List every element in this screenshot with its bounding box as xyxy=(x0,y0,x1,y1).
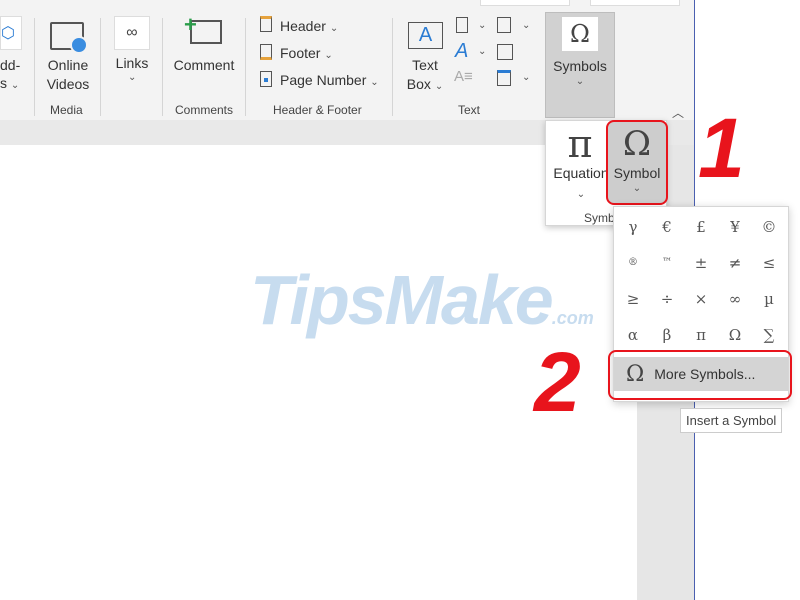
equation-icon: π xyxy=(567,122,593,166)
symbol-cell[interactable]: ∑ xyxy=(752,317,786,353)
header-button[interactable]: Header ⌄ xyxy=(280,18,338,34)
symbol-cell[interactable]: γ xyxy=(616,209,650,245)
quick-parts-icon[interactable] xyxy=(456,17,468,33)
chevron-down-icon[interactable]: ⌄ xyxy=(128,72,136,83)
step-2-label: 2 xyxy=(534,335,581,429)
toolbar-box-edge xyxy=(590,0,680,6)
links-button[interactable]: Links xyxy=(112,54,152,73)
separator xyxy=(392,18,393,116)
symbol-cell[interactable]: ∞ xyxy=(718,281,752,317)
chevron-down-icon[interactable]: ⌄ xyxy=(522,20,530,31)
step-1-label: 1 xyxy=(698,101,745,195)
separator xyxy=(162,18,163,116)
group-label-media: Media xyxy=(50,103,83,117)
text-box-button[interactable]: Text Box ⌄ xyxy=(402,56,448,96)
separator xyxy=(100,18,101,116)
symbols-button[interactable]: Ω Symbols ⌄ xyxy=(545,12,615,118)
tooltip: Insert a Symbol xyxy=(680,408,783,433)
symbol-cell[interactable]: ≠ xyxy=(718,245,752,281)
symbol-cell[interactable]: ± xyxy=(684,245,718,281)
group-label-text: Text xyxy=(458,103,481,117)
symbol-cell[interactable]: ≥ xyxy=(616,281,650,317)
addins-label[interactable]: dd- xyxy=(0,56,20,75)
search-box-edge xyxy=(480,0,570,6)
chevron-down-icon[interactable]: ⌄ xyxy=(522,72,530,83)
symbol-cell[interactable]: € xyxy=(650,209,684,245)
watermark: TipsMake.com xyxy=(250,261,594,339)
more-symbols-button[interactable]: Ω More Symbols... xyxy=(614,357,788,391)
group-label-header-footer: Header & Footer xyxy=(273,103,362,117)
collapse-ribbon-icon[interactable]: ︿ xyxy=(672,104,684,121)
link-icon[interactable]: ∞ xyxy=(114,16,150,50)
omega-icon: Ω xyxy=(622,124,652,164)
symbol-cell[interactable]: ™ xyxy=(650,245,684,281)
drop-cap-icon: A≡ xyxy=(454,68,473,85)
object-icon[interactable] xyxy=(497,70,511,86)
chevron-down-icon[interactable]: ⌄ xyxy=(478,46,486,57)
globe-icon xyxy=(70,36,88,54)
plus-icon: + xyxy=(184,12,197,37)
more-symbols-label: More Symbols... xyxy=(654,366,756,382)
symbol-cell[interactable]: × xyxy=(684,281,718,317)
date-time-icon[interactable] xyxy=(497,44,513,60)
symbol-cell[interactable]: © xyxy=(752,209,786,245)
symbol-cell[interactable]: ¥ xyxy=(718,209,752,245)
omega-icon: Ω xyxy=(626,361,645,387)
chevron-down-icon: ⌄ xyxy=(632,183,642,194)
signature-line-icon[interactable] xyxy=(497,17,511,33)
addins-icon[interactable]: ⬡ xyxy=(0,16,22,50)
comment-button[interactable]: Comment xyxy=(170,56,238,75)
header-icon xyxy=(260,16,272,32)
footer-icon xyxy=(260,44,272,60)
symbol-cell[interactable]: ® xyxy=(616,245,650,281)
symbol-cell[interactable]: π xyxy=(684,317,718,353)
page-number-button[interactable]: Page Number ⌄ xyxy=(280,72,379,88)
symbol-cell[interactable]: Ω xyxy=(718,317,752,353)
symbol-cell[interactable]: ÷ xyxy=(650,281,684,317)
separator xyxy=(245,18,246,116)
addins-label-2[interactable]: s ⌄ xyxy=(0,74,19,95)
symbols-label: Symbols xyxy=(553,58,607,74)
wordart-icon[interactable]: A xyxy=(455,40,468,63)
equation-button[interactable]: Equation ⌄ xyxy=(550,164,612,204)
symbol-cell[interactable]: ≤ xyxy=(752,245,786,281)
text-box-icon[interactable]: A xyxy=(408,22,443,49)
chevron-down-icon: ⌄ xyxy=(575,76,585,87)
omega-icon: Ω xyxy=(562,17,598,51)
separator xyxy=(34,18,35,116)
group-label-comments: Comments xyxy=(175,103,234,117)
footer-button[interactable]: Footer ⌄ xyxy=(280,45,333,61)
symbol-cell[interactable]: β xyxy=(650,317,684,353)
symbol-cell[interactable]: £ xyxy=(684,209,718,245)
online-videos-button[interactable]: Online Videos xyxy=(40,56,96,94)
symbol-cell[interactable]: µ xyxy=(752,281,786,317)
symbol-button[interactable]: Ω Symbol ⌄ xyxy=(606,120,668,205)
page-number-icon xyxy=(260,71,272,87)
chevron-down-icon[interactable]: ⌄ xyxy=(478,20,486,31)
symbol-label: Symbol xyxy=(613,165,661,181)
group-label-symbols: Symb xyxy=(584,211,615,225)
symbol-cell[interactable]: α xyxy=(616,317,650,353)
